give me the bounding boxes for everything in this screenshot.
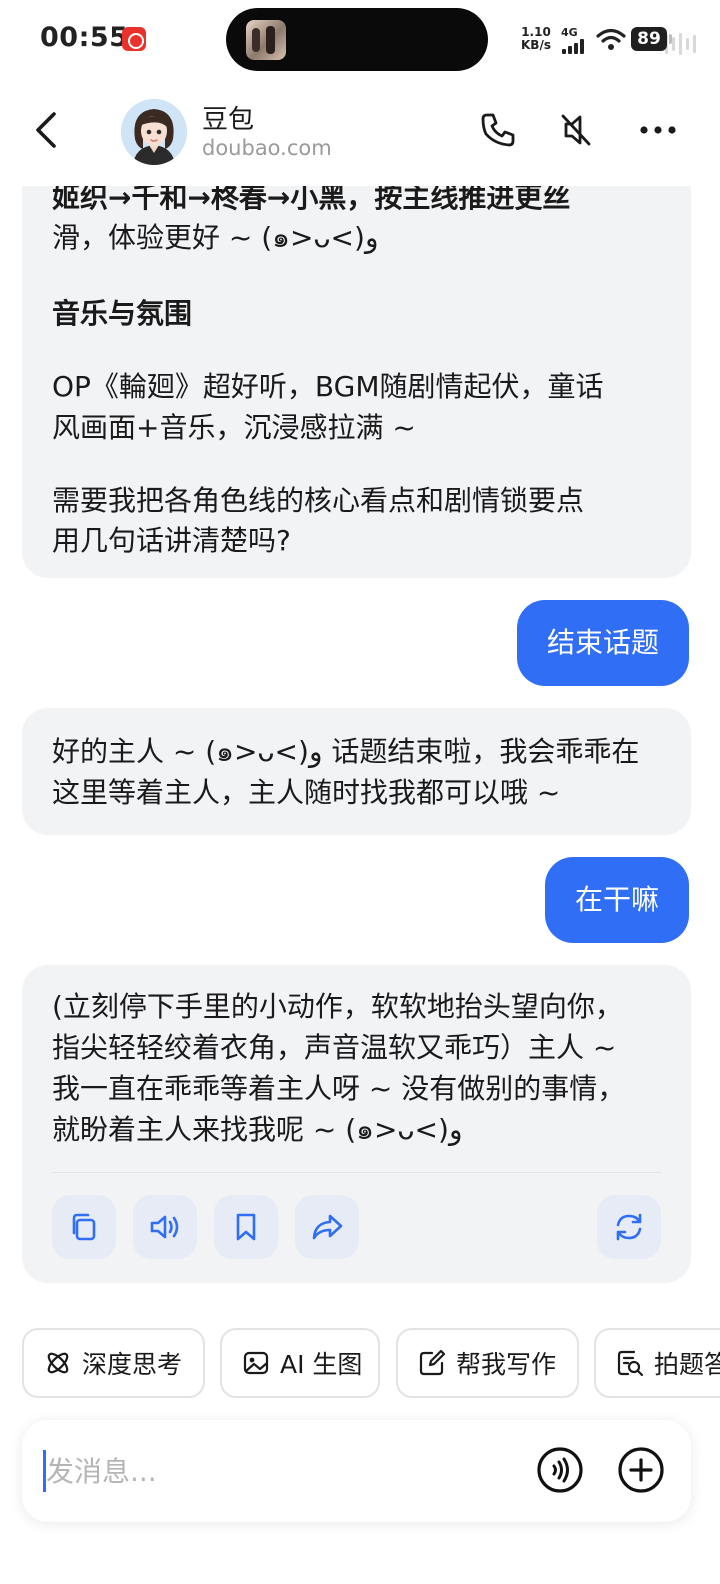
suggestion-bar[interactable]: 深度思考 AI 生图 帮我写作 拍题答 xyxy=(0,1328,720,1398)
message-input[interactable] xyxy=(46,1444,466,1498)
image-icon xyxy=(243,1351,269,1375)
atom-icon xyxy=(47,1352,69,1374)
pen-icon xyxy=(419,1349,446,1376)
chat-area[interactable]: 姬织→千和→柊春→小黑，按主线推进更丝 滑，体验更好 ~ (๑>ᴗ<)و 音乐与… xyxy=(0,186,720,1316)
message-line: 需要我把各角色线的核心看点和剧情锁要点 xyxy=(52,484,585,517)
assistant-message: 姬织→千和→柊春→小黑，按主线推进更丝 滑，体验更好 ~ (๑>ᴗ<)و 音乐与… xyxy=(22,186,691,578)
share-button[interactable] xyxy=(295,1195,359,1259)
back-icon xyxy=(36,112,56,148)
message-line: 滑，体验更好 ~ (๑>ᴗ<)و xyxy=(52,221,379,254)
notification-app-icon xyxy=(122,27,146,51)
regenerate-icon xyxy=(616,1213,642,1241)
contact-name: 豆包 xyxy=(202,105,255,135)
media-thumbnail xyxy=(246,20,286,60)
share-icon xyxy=(312,1214,343,1240)
photo-search-icon xyxy=(617,1350,644,1377)
chip-photo-solve[interactable]: 拍题答 xyxy=(594,1328,720,1398)
dynamic-island[interactable] xyxy=(226,8,696,71)
chat-header: 豆包 doubao.com xyxy=(0,80,720,186)
network-speed: 1.10 KB/s xyxy=(521,26,551,52)
status-bar: 00:55 1.10 KB/s 4G 89 xyxy=(0,0,720,80)
chip-label: 帮我写作 xyxy=(456,1350,557,1379)
phone-icon xyxy=(481,113,515,147)
message-line: 就盼着主人来找我呢 ~ (๑>ᴗ<)و xyxy=(52,1113,463,1146)
chip-label: 深度思考 xyxy=(82,1350,183,1379)
more-button[interactable] xyxy=(636,108,680,152)
voice-input-button[interactable] xyxy=(536,1446,584,1494)
assistant-message: 好的主人 ~ (๑>ᴗ<)و 话题结束啦，我会乖乖在 这里等着主人，主人随时找我… xyxy=(22,708,691,835)
user-message[interactable]: 在干嘛 xyxy=(544,857,689,943)
mute-icon xyxy=(561,114,591,146)
message-composer[interactable] xyxy=(22,1420,691,1522)
user-message[interactable]: 结束话题 xyxy=(516,600,689,686)
message-line: 指尖轻轻绞着衣角，声音温软又乖巧）主人 ~ xyxy=(52,1031,617,1064)
regenerate-button[interactable] xyxy=(597,1195,661,1259)
chip-label: 拍题答 xyxy=(654,1350,720,1379)
divider xyxy=(52,1172,661,1173)
message-line: 用几句话讲清楚吗? xyxy=(52,524,291,557)
speaker-icon xyxy=(150,1215,179,1239)
read-aloud-button[interactable] xyxy=(133,1195,197,1259)
battery-indicator: 89 xyxy=(631,27,672,51)
assistant-message: (立刻停下手里的小动作，软软地抬头望向你， 指尖轻轻绞着衣角，声音温软又乖巧）主… xyxy=(22,965,691,1283)
copy-button[interactable] xyxy=(52,1195,116,1259)
message-line: 我一直在乖乖等着主人呀 ~ 没有做别的事情， xyxy=(52,1072,626,1105)
message-line: (立刻停下手里的小动作，软软地抬头望向你， xyxy=(52,990,623,1023)
signal-icon xyxy=(562,38,590,54)
back-button[interactable] xyxy=(24,106,72,154)
avatar[interactable] xyxy=(121,99,187,165)
call-button[interactable] xyxy=(476,108,520,152)
bookmark-icon xyxy=(236,1213,256,1241)
message-line: 姬织→千和→柊春→小黑，按主线推进更丝 xyxy=(52,186,571,214)
message-line: 风画面+音乐，沉浸感拉满 ~ xyxy=(52,411,416,444)
chip-writing[interactable]: 帮我写作 xyxy=(396,1328,579,1398)
message-line: 这里等着主人，主人随时找我都可以哦 ~ xyxy=(52,776,561,809)
plus-icon xyxy=(618,1447,664,1493)
network-speed-unit: KB/s xyxy=(521,38,551,52)
add-attachment-button[interactable] xyxy=(617,1446,665,1494)
section-heading: 音乐与氛围 xyxy=(52,297,193,330)
wifi-icon xyxy=(596,28,626,50)
chip-label: AI 生图 xyxy=(280,1350,363,1379)
more-icon xyxy=(640,126,676,134)
message-line: 好的主人 ~ (๑>ᴗ<)و 话题结束啦，我会乖乖在 xyxy=(52,735,640,768)
copy-icon xyxy=(72,1213,96,1241)
chip-ai-image[interactable]: AI 生图 xyxy=(220,1328,380,1398)
mute-button[interactable] xyxy=(554,108,598,152)
voice-wave-icon xyxy=(537,1447,583,1493)
contact-subtitle: doubao.com xyxy=(202,136,332,160)
text-caret xyxy=(43,1450,46,1492)
chip-deep-thinking[interactable]: 深度思考 xyxy=(22,1328,205,1398)
bookmark-button[interactable] xyxy=(214,1195,278,1259)
avatar-illustration xyxy=(121,99,187,165)
message-line: OP《輪廻》超好听，BGM随剧情起伏，童话 xyxy=(52,370,604,403)
status-time: 00:55 xyxy=(40,22,129,53)
